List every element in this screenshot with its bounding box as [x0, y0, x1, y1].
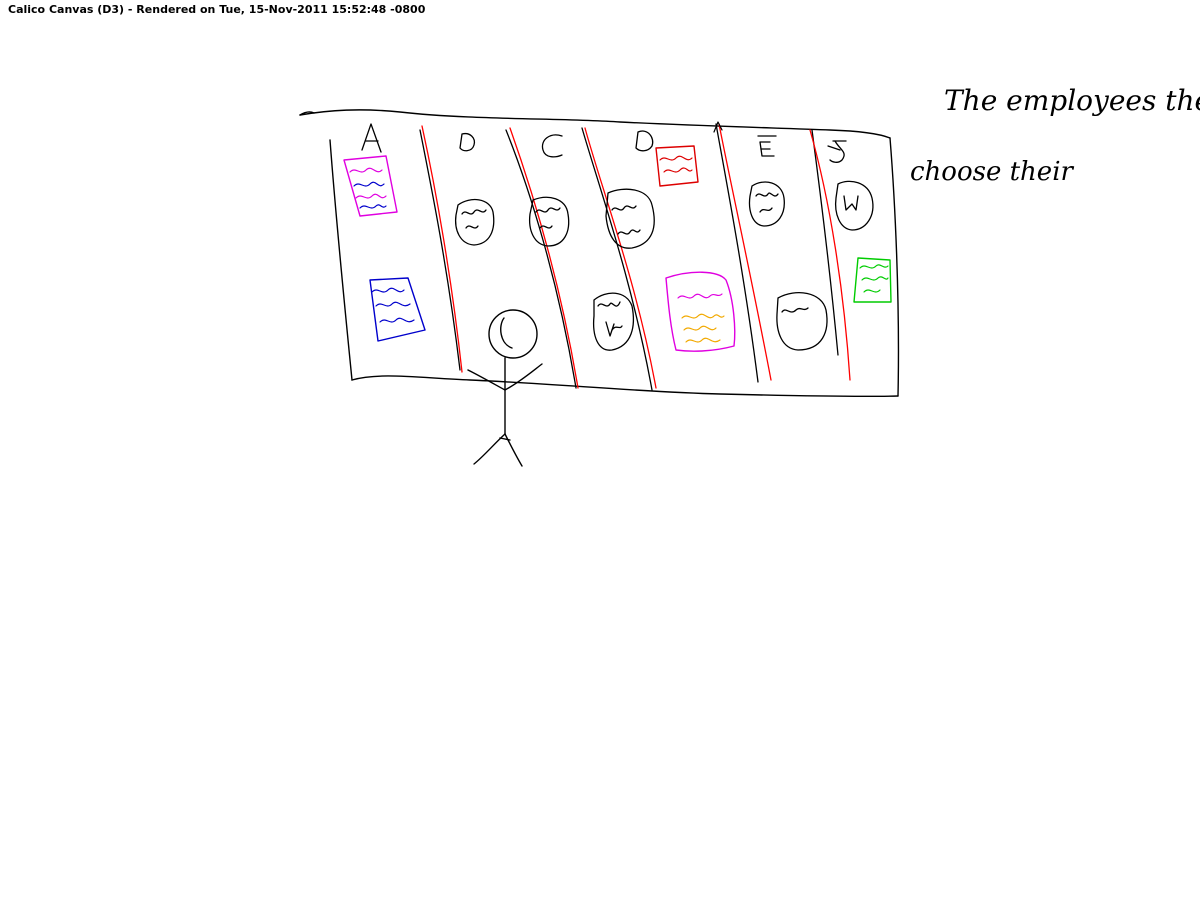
- note-black-e-upper: [748, 181, 785, 227]
- note-magenta-a: [343, 155, 398, 217]
- note-black-e-lower: [776, 292, 828, 351]
- red-column-dividers: [421, 123, 851, 389]
- column-letter-shapes: [361, 123, 847, 163]
- column-label-c: C: [552, 145, 553, 147]
- column-label-b: B: [468, 141, 469, 143]
- black-column-dividers: [419, 123, 839, 391]
- column-label-d: D: [644, 141, 645, 143]
- note-black-b: [454, 198, 495, 246]
- note-magenta-d: [665, 271, 736, 352]
- note-black-d-lower: [592, 292, 635, 351]
- stick-figure-employee: [467, 309, 543, 467]
- note-red-d: [655, 145, 699, 187]
- annotation-line-1: The employees then: [944, 84, 1200, 117]
- board-outline: [299, 109, 900, 398]
- sketch-canvas[interactable]: A B C D E F The employees then choose th…: [0, 0, 1200, 900]
- note-blue-a: [369, 277, 426, 342]
- note-black-f: [834, 180, 874, 231]
- annotation-line-2: choose their: [910, 157, 1075, 187]
- note-green-f: [853, 257, 892, 303]
